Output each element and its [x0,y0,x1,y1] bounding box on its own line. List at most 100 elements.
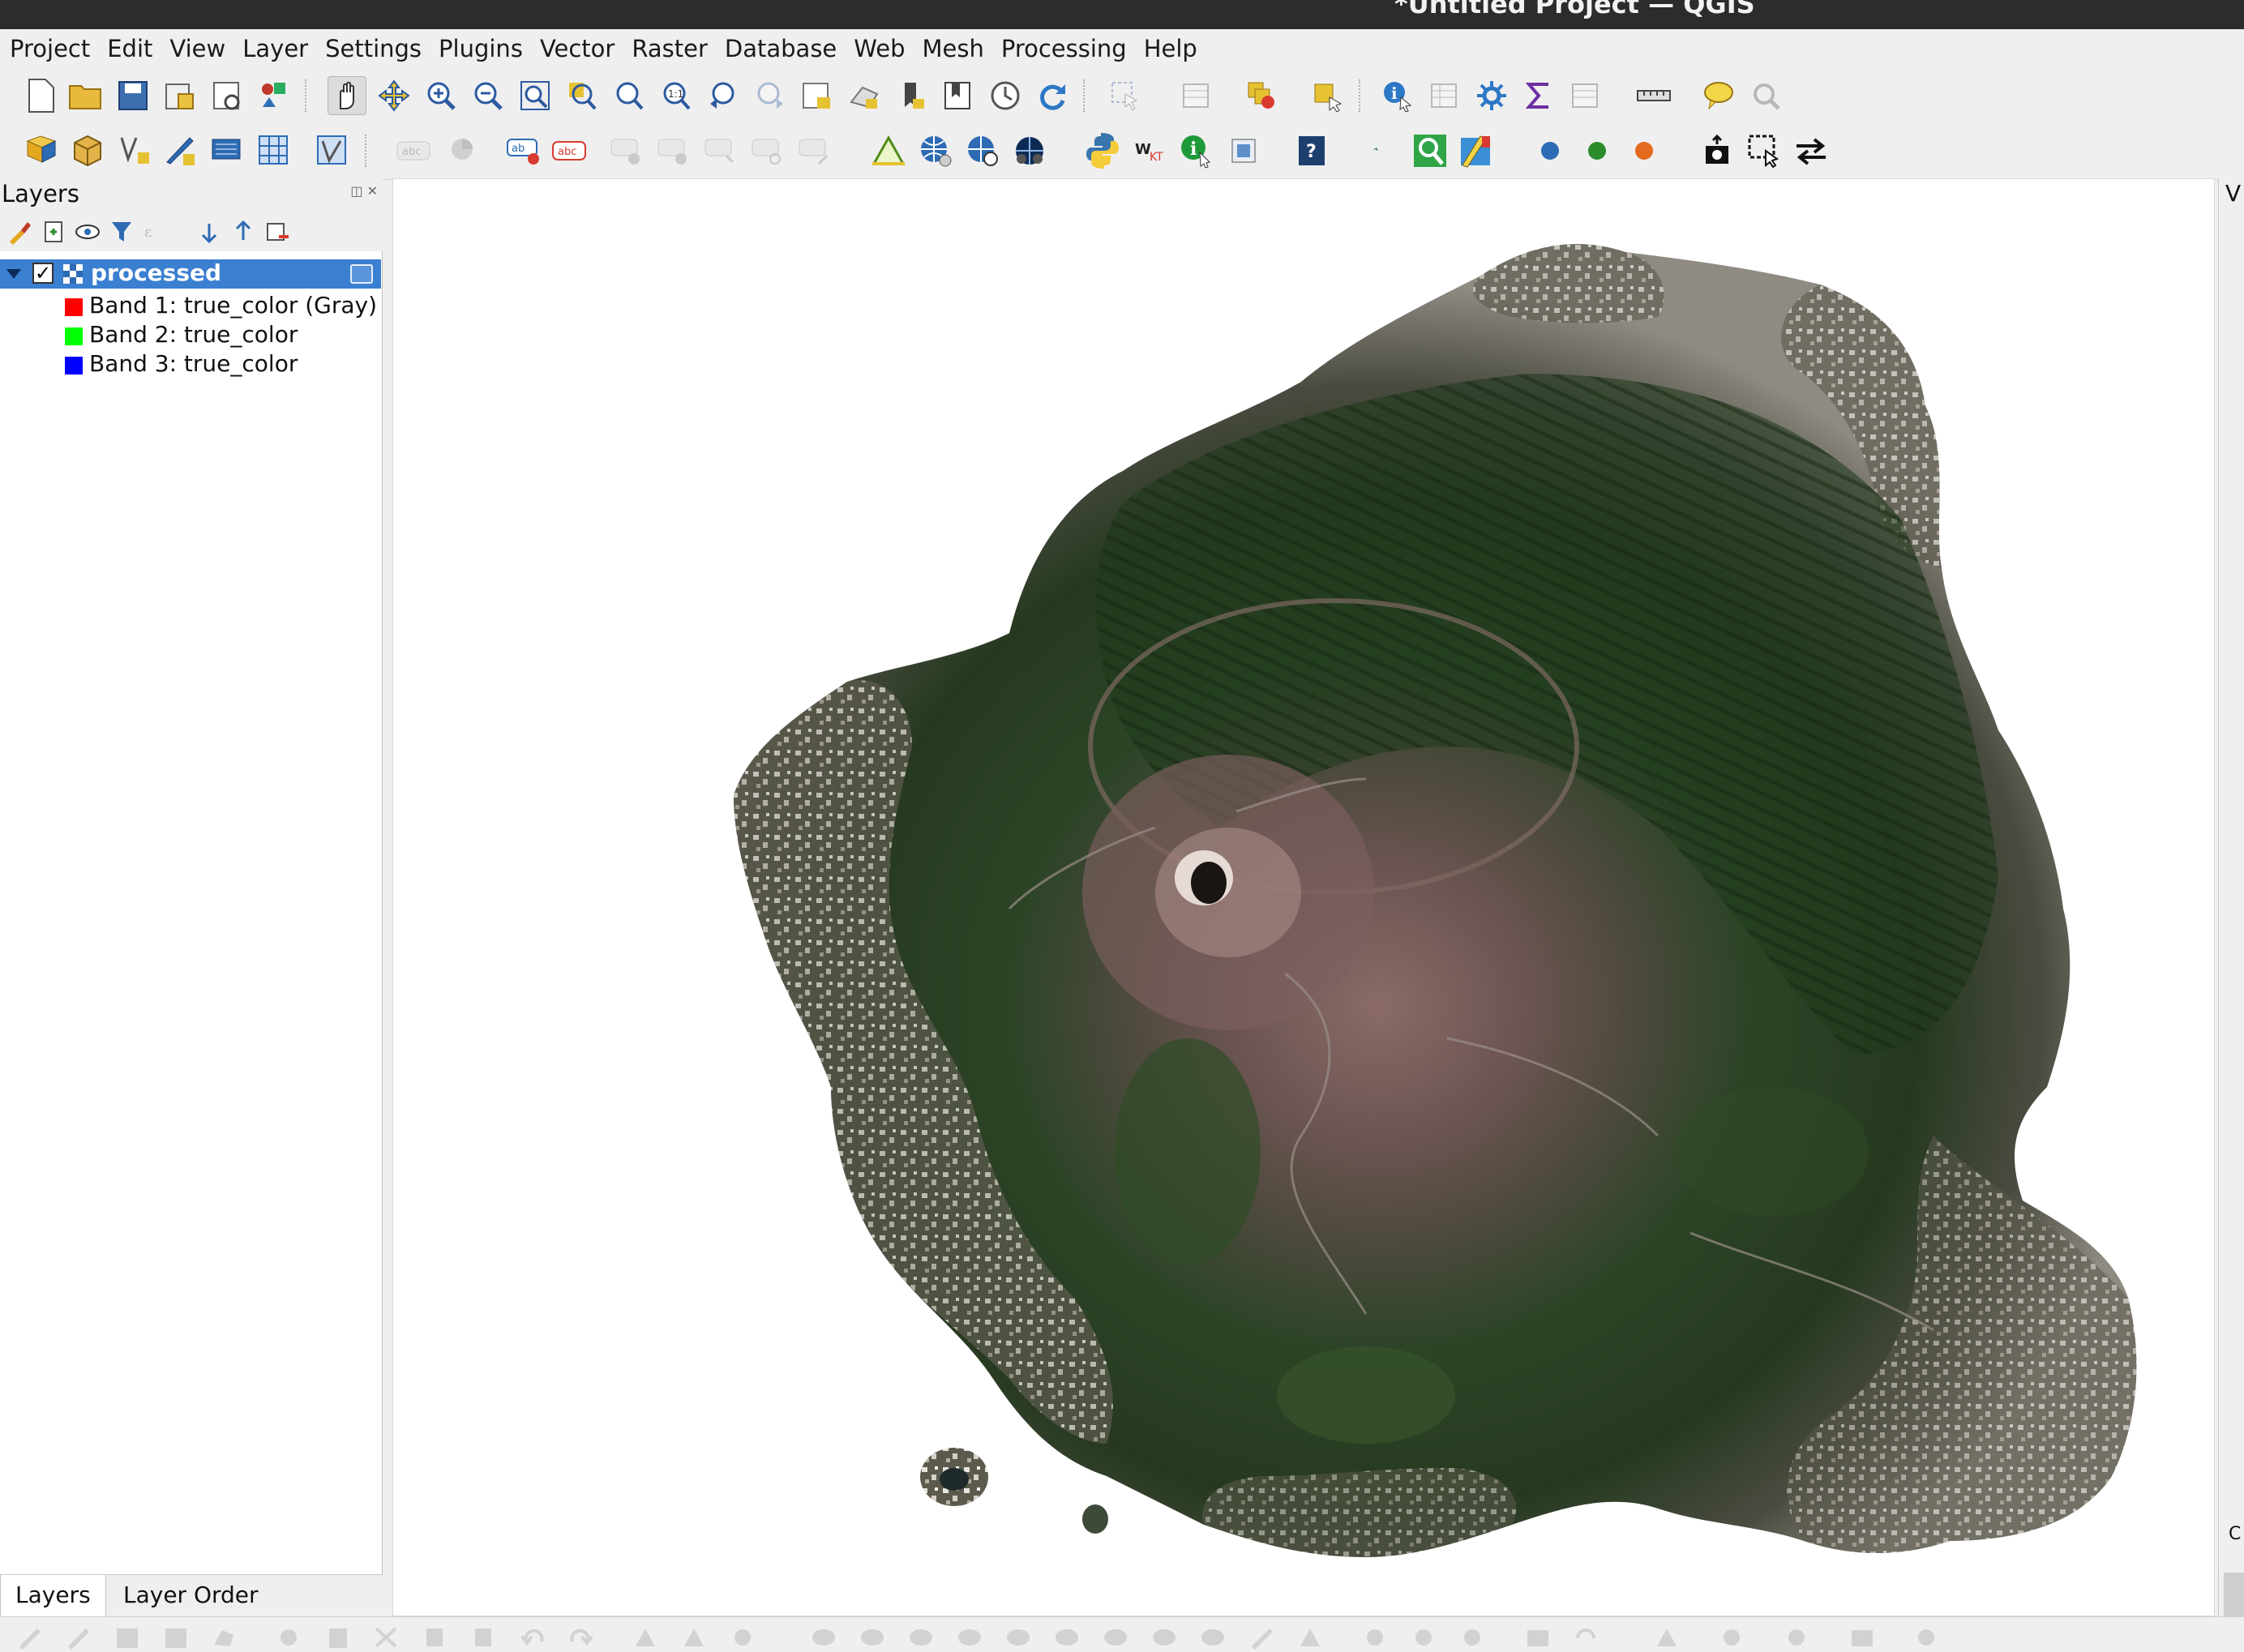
pencil-icon[interactable] [65,1625,94,1650]
layer-styling-icon[interactable] [5,217,34,246]
zoom-to-selection-icon[interactable] [563,76,602,115]
show-bookmarks-icon[interactable] [939,76,978,115]
globe-icon[interactable] [916,131,955,170]
manage-visibility-icon[interactable] [73,217,102,246]
add-group-icon[interactable] [39,217,68,246]
swap-arrows-icon[interactable] [1792,131,1831,170]
merge-icon[interactable] [1459,1625,1488,1650]
menu-raster[interactable]: Raster [632,35,708,62]
vertex-editor-icon[interactable] [1297,1625,1326,1650]
shape-tool-icon[interactable] [908,1625,937,1650]
map-canvas[interactable] [392,178,2215,1616]
layer-indicator-icon[interactable] [350,264,373,284]
paste-features-icon[interactable] [470,1625,499,1650]
temporal-controller-icon[interactable] [986,76,1025,115]
print-layout-icon[interactable] [208,76,246,115]
collapse-all-icon[interactable] [229,217,258,246]
save-edits-icon[interactable] [113,1625,143,1650]
new-geopackage-icon[interactable] [68,131,107,170]
zoom-last-icon[interactable] [704,76,743,115]
zoom-in-icon[interactable] [422,76,460,115]
new-map-view-icon[interactable] [798,76,837,115]
snap-icon[interactable] [1784,1625,1813,1650]
menu-database[interactable]: Database [725,35,837,62]
small-star-icon[interactable] [1355,131,1394,170]
show-label-icon[interactable] [655,131,694,170]
info-icon[interactable]: i [1177,131,1216,170]
rollback-icon[interactable] [162,1625,191,1650]
deselect-icon[interactable] [1242,76,1281,115]
new-bookmark-icon[interactable] [892,76,931,115]
measure-icon[interactable] [1634,76,1673,115]
zoom-to-layer-icon[interactable] [610,76,649,115]
plugin-image-icon[interactable] [1224,131,1263,170]
field-calculator-icon[interactable] [1566,76,1605,115]
diagram-icon[interactable] [444,131,483,170]
capture-icon[interactable] [1745,131,1784,170]
data-source-manager-icon[interactable] [23,131,62,170]
copy-features-icon[interactable] [422,1625,451,1650]
identify-icon[interactable]: i [1378,76,1417,115]
delete-selected-icon[interactable] [324,1625,353,1650]
shape-tool-icon[interactable] [1054,1625,1083,1650]
vertex-tool-icon[interactable] [276,1625,305,1650]
zoom-out-icon[interactable] [469,76,507,115]
menu-help[interactable]: Help [1144,35,1197,62]
new-mesh-icon[interactable] [313,131,352,170]
help-icon[interactable]: ? [1292,131,1331,170]
select-features-icon[interactable] [1106,76,1145,115]
snap-icon[interactable] [1719,1625,1748,1650]
new-temp-layer-icon[interactable] [208,131,246,170]
menu-view[interactable]: View [169,35,225,62]
label-toolbar-icon[interactable]: abc [394,131,433,170]
change-label-icon[interactable] [796,131,835,170]
json-dot-icon[interactable] [1625,131,1664,170]
pan-icon[interactable] [328,76,366,115]
trace-icon[interactable] [1848,1625,1878,1650]
redo-icon[interactable] [567,1625,597,1650]
paint-icon[interactable] [1458,131,1497,170]
filter-legend-icon[interactable] [107,217,136,246]
expand-all-icon[interactable] [195,217,224,246]
triangle-icon[interactable] [869,131,908,170]
new-3d-view-icon[interactable] [845,76,884,115]
panel-float-close-icon[interactable]: ◫ ✕ [350,183,378,199]
layer-labeling-icon[interactable]: ab [504,131,543,170]
refresh-icon[interactable] [1033,76,1072,115]
wkt-dot-icon[interactable] [1531,131,1570,170]
merge-icon[interactable] [1411,1625,1440,1650]
select-location-icon[interactable] [1308,76,1347,115]
digitize-tool-icon[interactable] [632,1625,662,1650]
magnifier-green-icon[interactable] [1411,131,1450,170]
zoom-next-icon[interactable] [751,76,790,115]
settings-icon[interactable] [1913,1625,1942,1650]
digitize-tool-icon[interactable] [681,1625,710,1650]
new-shapefile-icon[interactable] [115,131,154,170]
shape-tool-icon[interactable] [957,1625,986,1650]
remove-layer-icon[interactable] [263,217,292,246]
menu-plugins[interactable]: Plugins [439,35,523,62]
save-project-icon[interactable] [113,76,152,115]
shape-tool-icon[interactable] [1151,1625,1180,1650]
locator-icon[interactable] [1746,76,1785,115]
screenshot-icon[interactable] [1698,131,1737,170]
menu-edit[interactable]: Edit [107,35,152,62]
pin-label-icon[interactable] [608,131,647,170]
shape-tool-icon[interactable] [1200,1625,1229,1650]
offset-icon[interactable] [1524,1625,1553,1650]
menu-vector[interactable]: Vector [540,35,615,62]
style-manager-icon[interactable] [255,76,293,115]
shape-tool-icon[interactable] [859,1625,889,1650]
add-polygon-icon[interactable] [211,1625,240,1650]
cut-features-icon[interactable] [373,1625,402,1650]
layer-visibility-checkbox[interactable]: ✓ [32,263,54,284]
statistics-sigma-icon[interactable] [1519,76,1558,115]
digitize-icon[interactable] [161,131,199,170]
shape-tool-icon[interactable] [1103,1625,1132,1650]
menu-settings[interactable]: Settings [325,35,422,62]
shape-tool-icon[interactable] [1005,1625,1034,1650]
new-virtual-layer-icon[interactable] [255,131,293,170]
settings-icon[interactable] [1472,76,1511,115]
move-label-icon[interactable] [702,131,741,170]
menu-processing[interactable]: Processing [1001,35,1127,62]
